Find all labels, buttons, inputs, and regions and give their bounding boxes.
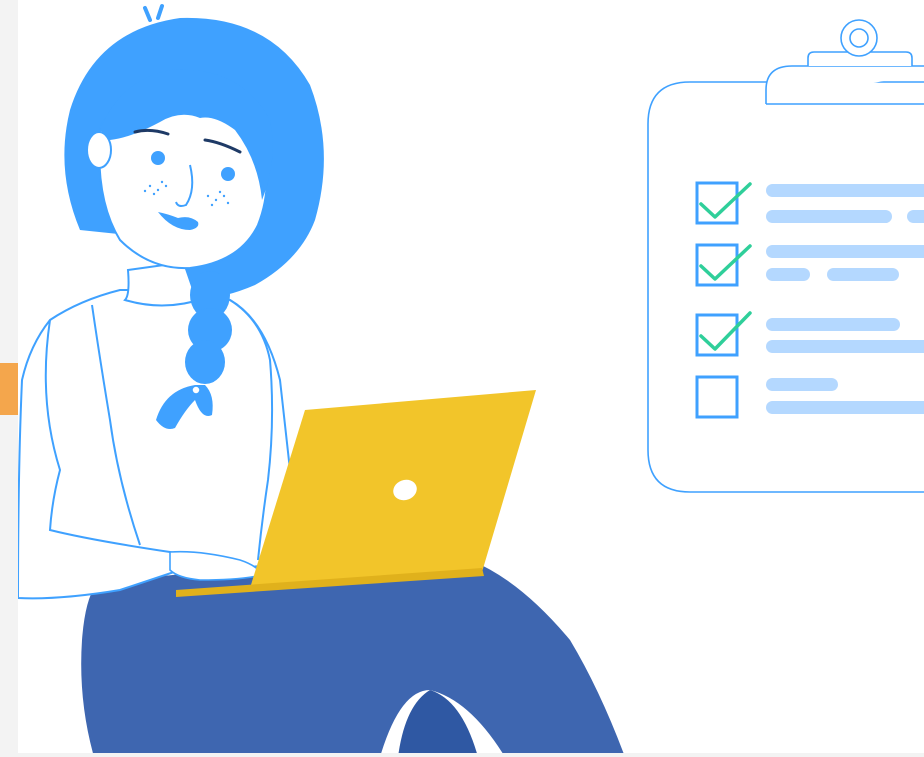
placeholder-line [907, 210, 924, 223]
side-tab-accent [0, 363, 19, 415]
placeholder-line [766, 340, 924, 353]
torso [18, 289, 302, 600]
placeholder-line [766, 210, 892, 223]
illustration-canvas [18, 0, 924, 753]
placeholder-line [766, 184, 924, 197]
clipboard [647, 19, 924, 493]
laptop-screen-back [250, 390, 536, 588]
placeholder-line [827, 268, 899, 281]
placeholder-line [766, 245, 924, 258]
eye [221, 167, 235, 181]
placeholder-line [766, 268, 810, 281]
placeholder-line [766, 378, 838, 391]
pants [81, 560, 624, 753]
placeholder-line [766, 318, 900, 331]
woman [18, 4, 624, 753]
placeholder-line [766, 401, 924, 414]
woman-with-laptop-illustration [18, 4, 924, 753]
eye [151, 151, 165, 165]
